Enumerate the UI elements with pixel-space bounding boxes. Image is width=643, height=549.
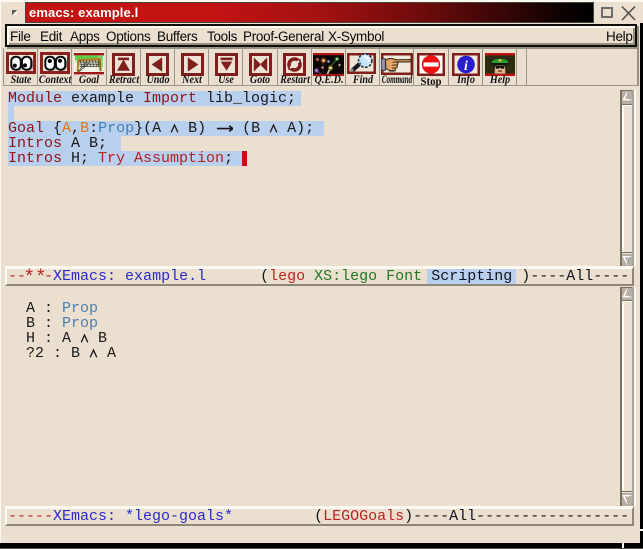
svg-text:i: i: [464, 59, 468, 74]
